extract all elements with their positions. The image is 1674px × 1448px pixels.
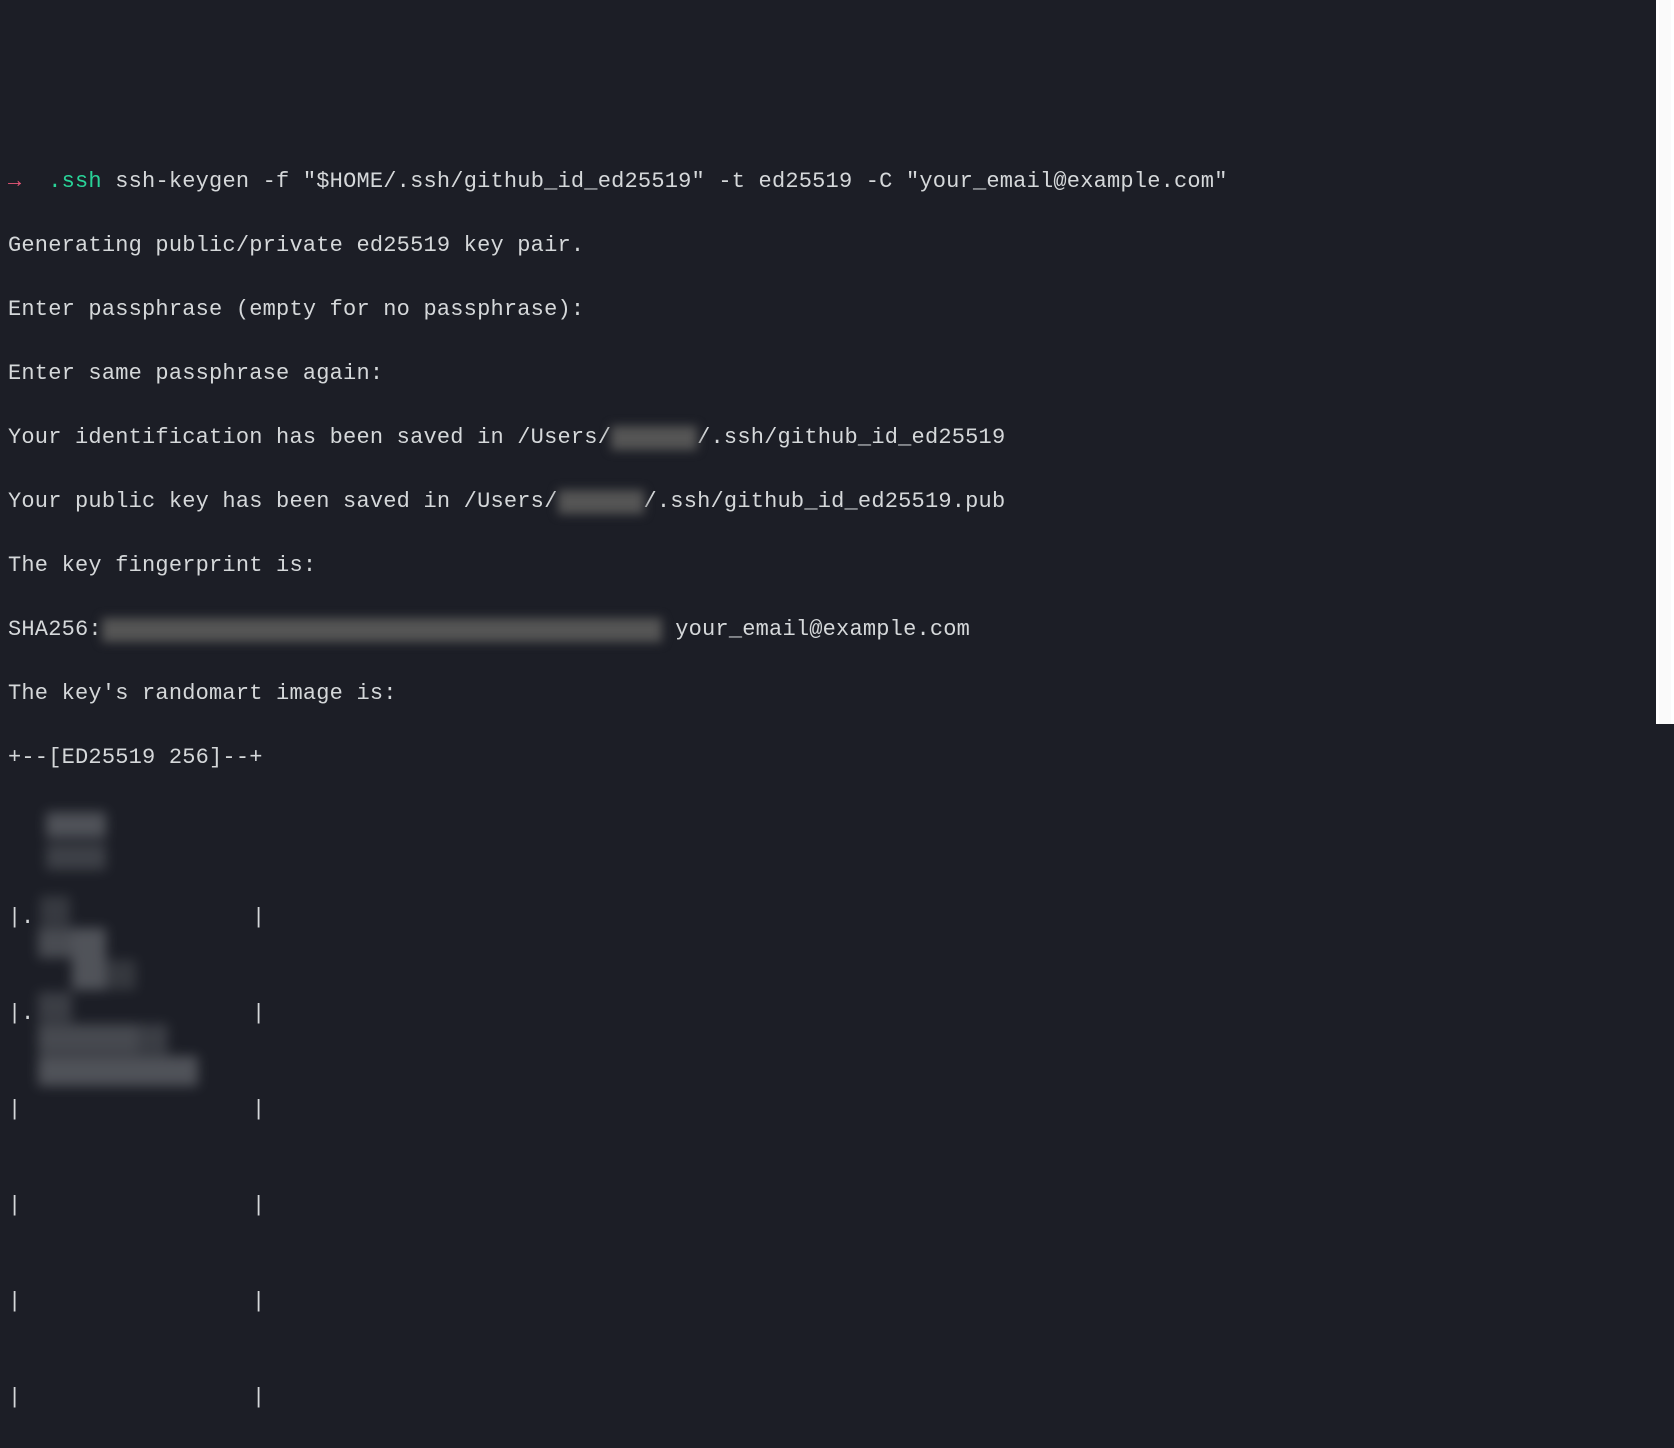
randomart-body: |.| |.| || || || || |.| || || xyxy=(8,806,1548,1448)
randomart-pipe: | xyxy=(8,1382,21,1414)
output-line: SHA256:xxxxxxxxxxxxxxxxxxxxxxxxxxxxxxxxx… xyxy=(8,614,1548,646)
randomart-pipe: | xyxy=(8,1286,21,1318)
randomart-pipe: | xyxy=(252,998,265,1030)
redacted-fingerprint: xxxxxxxxxxxxxxxxxxxxxxxxxxxxxxxxxxxxxxxx… xyxy=(102,618,662,642)
redacted-username: xxxxx xyxy=(558,490,644,514)
randomart-pipe: | xyxy=(8,1094,21,1126)
prompt-line-1: → .ssh ssh-keygen -f "$HOME/.ssh/github_… xyxy=(8,166,1548,198)
randomart-pipe: | xyxy=(252,902,265,934)
randomart-pipe: | xyxy=(252,1286,265,1318)
output-line: Your identification has been saved in /U… xyxy=(8,422,1548,454)
redacted-username: xxxxx xyxy=(611,426,697,450)
randomart-pipe: | xyxy=(252,1190,265,1222)
prompt-cwd: .ssh xyxy=(48,169,102,194)
randomart-pipe: | xyxy=(252,1094,265,1126)
command-text: ssh-keygen -f "$HOME/.ssh/github_id_ed25… xyxy=(115,169,1227,194)
randomart-pipe: | xyxy=(8,1190,21,1222)
prompt-arrow-icon: → xyxy=(8,169,21,194)
randomart-pipe: | xyxy=(8,998,21,1030)
randomart-dot: . xyxy=(21,998,34,1030)
output-line: Enter same passphrase again: xyxy=(8,358,1548,390)
output-text: /.ssh/github_id_ed25519.pub xyxy=(644,489,1006,514)
randomart-pipe: | xyxy=(8,902,21,934)
output-text: Your identification has been saved in /U… xyxy=(8,425,611,450)
output-line: The key fingerprint is: xyxy=(8,550,1548,582)
output-line: Enter passphrase (empty for no passphras… xyxy=(8,294,1548,326)
output-line: Your public key has been saved in /Users… xyxy=(8,486,1548,518)
randomart-top: +--[ED25519 256]--+ xyxy=(8,742,1548,774)
redacted-randomart xyxy=(38,806,238,1094)
randomart-dot: . xyxy=(21,902,34,934)
terminal-output[interactable]: → .ssh ssh-keygen -f "$HOME/.ssh/github_… xyxy=(8,134,1548,1448)
output-text: your_email@example.com xyxy=(662,617,970,642)
scrollbar[interactable] xyxy=(1656,0,1674,724)
output-line: Generating public/private ed25519 key pa… xyxy=(8,230,1548,262)
output-text: /.ssh/github_id_ed25519 xyxy=(697,425,1005,450)
output-text: SHA256: xyxy=(8,617,102,642)
output-text: Your public key has been saved in /Users… xyxy=(8,489,558,514)
output-line: The key's randomart image is: xyxy=(8,678,1548,710)
randomart-pipe: | xyxy=(252,1382,265,1414)
